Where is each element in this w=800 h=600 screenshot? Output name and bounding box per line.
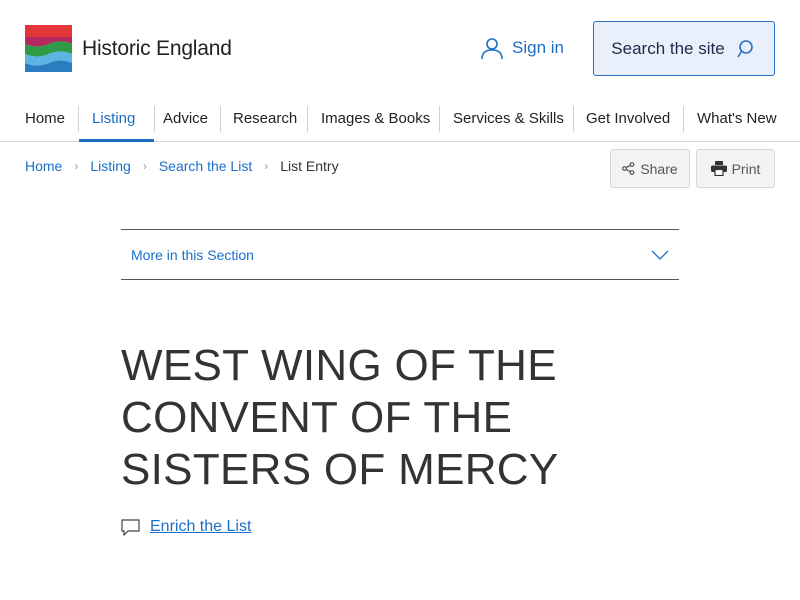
- user-icon: [481, 38, 503, 60]
- sign-in-label: Sign in: [512, 38, 564, 57]
- enrich-the-list-link[interactable]: Enrich the List: [121, 518, 251, 536]
- enrich-the-list-label: Enrich the List: [150, 518, 252, 535]
- nav-divider: [439, 106, 440, 132]
- nav-home[interactable]: Home: [25, 100, 65, 142]
- site-logo[interactable]: Historic England: [25, 25, 232, 72]
- nav-whats-new[interactable]: What's New: [697, 100, 777, 142]
- page-title: WEST WING OF THE CONVENT OF THE SISTERS …: [121, 341, 559, 494]
- more-in-section-label: More in this Section: [131, 246, 254, 263]
- breadcrumb-home[interactable]: Home: [25, 158, 62, 174]
- printer-icon: [710, 161, 727, 176]
- sign-in-link[interactable]: Sign in: [480, 36, 564, 60]
- breadcrumb-search-the-list[interactable]: Search the List: [159, 158, 252, 174]
- more-in-section-toggle[interactable]: More in this Section: [121, 229, 679, 280]
- search-icon: [737, 39, 753, 57]
- nav-services-skills[interactable]: Services & Skills: [453, 100, 564, 142]
- nav-listing[interactable]: Listing: [79, 100, 154, 142]
- nav-divider: [220, 106, 221, 132]
- share-icon: [622, 162, 635, 175]
- nav-divider: [573, 106, 574, 132]
- nav-advice[interactable]: Advice: [163, 100, 208, 142]
- search-site-label: Search the site: [611, 38, 725, 58]
- nav-images-books[interactable]: Images & Books: [321, 100, 430, 142]
- breadcrumb-listing[interactable]: Listing: [90, 158, 130, 174]
- chevron-right-icon: ›: [74, 159, 79, 173]
- nav-divider: [154, 106, 155, 132]
- nav-get-involved[interactable]: Get Involved: [586, 100, 670, 142]
- breadcrumb-list-entry: List Entry: [280, 158, 339, 174]
- chevron-down-icon: [651, 250, 669, 260]
- share-button[interactable]: Share: [610, 149, 690, 188]
- share-label: Share: [640, 160, 678, 177]
- chevron-right-icon: ›: [142, 159, 147, 173]
- print-button[interactable]: Print: [696, 149, 775, 188]
- print-label: Print: [731, 160, 761, 177]
- nav-divider: [683, 106, 684, 132]
- search-site-button[interactable]: Search the site: [593, 21, 775, 76]
- comment-icon: [121, 518, 140, 536]
- main-nav: Home Listing Advice Research Images & Bo…: [0, 100, 800, 142]
- brand-name: Historic England: [82, 36, 232, 60]
- chevron-right-icon: ›: [264, 159, 269, 173]
- logo-mark: [25, 25, 72, 72]
- nav-divider: [307, 106, 308, 132]
- breadcrumb: Home › Listing › Search the List › List …: [25, 158, 339, 174]
- nav-research[interactable]: Research: [233, 100, 297, 142]
